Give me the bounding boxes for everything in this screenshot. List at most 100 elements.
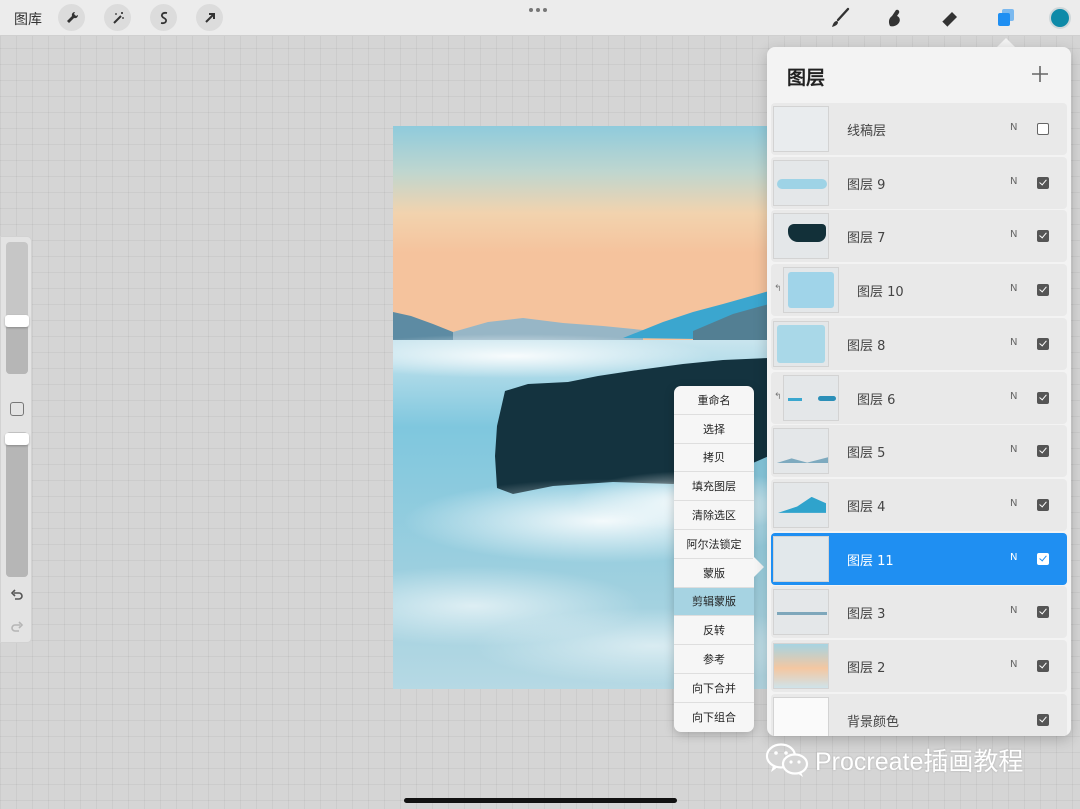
- visibility-checkbox[interactable]: [1037, 660, 1049, 672]
- visibility-checkbox[interactable]: [1037, 337, 1049, 350]
- layer-thumbnail[interactable]: [773, 481, 829, 528]
- left-sidebar: [0, 236, 32, 643]
- layer-name: 图层 7: [847, 231, 886, 247]
- redo-icon[interactable]: [9, 620, 25, 636]
- blend-mode-button[interactable]: N: [1010, 229, 1017, 240]
- menu-item[interactable]: 阿尔法锁定: [674, 530, 754, 559]
- opacity-slider[interactable]: [5, 432, 29, 577]
- visibility-checkbox[interactable]: [1037, 123, 1049, 135]
- blend-mode-button[interactable]: N: [1010, 659, 1017, 670]
- layer-thumbnail[interactable]: [773, 589, 829, 636]
- menu-item[interactable]: 填充图层: [674, 472, 754, 502]
- brush-size-slider[interactable]: [5, 242, 29, 374]
- layer-row[interactable]: 图层 3 N: [771, 586, 1067, 639]
- watermark: Procreate插画教程: [765, 742, 1023, 778]
- blend-mode-button[interactable]: N: [1010, 337, 1017, 348]
- home-indicator: [404, 798, 677, 803]
- visibility-checkbox[interactable]: [1037, 176, 1049, 189]
- visibility-checkbox[interactable]: [1037, 284, 1049, 297]
- layer-name: 图层 5: [847, 446, 886, 462]
- blend-mode-button[interactable]: N: [1010, 122, 1017, 133]
- menu-item[interactable]: 重命名: [674, 386, 754, 415]
- layer-thumbnail[interactable]: [773, 428, 829, 475]
- layer-row[interactable]: 图层 2 N: [771, 640, 1067, 692]
- transform-icon[interactable]: [196, 4, 223, 31]
- layer-name: 图层 6: [857, 392, 896, 408]
- layer-thumbnail[interactable]: [783, 374, 839, 421]
- layer-row[interactable]: 图层 5 N: [771, 425, 1067, 478]
- color-picker-swatch[interactable]: [1049, 7, 1071, 29]
- layer-thumbnail[interactable]: [773, 643, 829, 689]
- layer-name: 图层 9: [847, 177, 886, 193]
- menu-item[interactable]: 参考: [674, 645, 754, 674]
- clipping-mask-icon: ↰: [774, 284, 782, 295]
- layer-row[interactable]: 线稿层 N: [771, 103, 1067, 155]
- brush-size-fill: [6, 321, 28, 374]
- layer-options-menu: 重命名 选择 拷贝 填充图层 清除选区 阿尔法锁定 蒙版 剪辑蒙版 反转 参考 向下合并 向下组合: [674, 386, 754, 732]
- layer-thumbnail[interactable]: [773, 320, 829, 367]
- visibility-checkbox[interactable]: [1037, 498, 1049, 511]
- menu-item[interactable]: 剪辑蒙版: [674, 587, 754, 617]
- menu-item[interactable]: 清除选区: [674, 501, 754, 530]
- visibility-checkbox[interactable]: [1037, 391, 1049, 404]
- blend-mode-button[interactable]: N: [1010, 552, 1017, 563]
- wechat-icon: [765, 743, 809, 777]
- more-options-handle[interactable]: [529, 8, 547, 12]
- brush-size-thumb[interactable]: [5, 315, 29, 328]
- smudge-icon[interactable]: [882, 5, 908, 31]
- selection-icon[interactable]: [150, 4, 177, 31]
- menu-item[interactable]: 向下合并: [674, 674, 754, 703]
- layer-thumbnail[interactable]: [773, 535, 829, 582]
- menu-item[interactable]: 拷贝: [674, 444, 754, 473]
- magic-wand-icon[interactable]: [104, 4, 131, 31]
- visibility-checkbox[interactable]: [1037, 552, 1049, 565]
- modify-button[interactable]: [10, 402, 24, 416]
- layers-panel: 图层 线稿层 N 图层 9 N 图层 7 N ↰ 图层 10 N 图层 8 N ↰ 图层 6 N 图层 5 N…: [767, 47, 1071, 736]
- blend-mode-button[interactable]: N: [1010, 176, 1017, 187]
- layer-row[interactable]: 图层 11 N: [771, 532, 1067, 585]
- layer-row[interactable]: 图层 4 N: [771, 478, 1067, 531]
- layer-row[interactable]: 图层 8 N: [771, 317, 1067, 370]
- blend-mode-button[interactable]: N: [1010, 605, 1017, 616]
- blend-mode-button[interactable]: N: [1010, 391, 1017, 402]
- undo-icon[interactable]: [9, 588, 25, 604]
- layer-thumbnail[interactable]: [783, 267, 839, 314]
- menu-item[interactable]: 蒙版: [674, 559, 754, 588]
- opacity-thumb[interactable]: [5, 433, 29, 446]
- top-toolbar: 图库: [0, 0, 1080, 36]
- wrench-icon[interactable]: [58, 4, 85, 31]
- opacity-fill: [6, 439, 28, 577]
- layer-thumbnail[interactable]: [773, 696, 829, 736]
- gallery-button[interactable]: 图库: [14, 9, 42, 29]
- visibility-checkbox[interactable]: [1037, 713, 1049, 726]
- layer-thumbnail[interactable]: [773, 106, 829, 152]
- visibility-checkbox[interactable]: [1037, 606, 1049, 619]
- menu-item[interactable]: 选择: [674, 415, 754, 444]
- blend-mode-button[interactable]: N: [1010, 283, 1017, 294]
- layer-thumbnail[interactable]: [773, 159, 829, 206]
- menu-pointer: [753, 556, 764, 578]
- blend-mode-button[interactable]: N: [1010, 498, 1017, 509]
- add-layer-icon[interactable]: [1031, 65, 1049, 83]
- layer-name: 图层 11: [847, 553, 894, 569]
- menu-item[interactable]: 反转: [674, 616, 754, 646]
- layer-row[interactable]: 图层 9 N: [771, 156, 1067, 209]
- layer-name: 线稿层: [847, 124, 887, 139]
- layer-name: 图层 10: [857, 285, 904, 301]
- visibility-checkbox[interactable]: [1037, 230, 1049, 243]
- layers-icon[interactable]: [993, 5, 1019, 31]
- visibility-checkbox[interactable]: [1037, 445, 1049, 458]
- layer-row[interactable]: ↰ 图层 10 N: [771, 264, 1067, 317]
- layer-row[interactable]: 图层 7 N: [771, 210, 1067, 263]
- menu-item[interactable]: 向下组合: [674, 703, 754, 732]
- eraser-icon[interactable]: [937, 5, 963, 31]
- layer-row[interactable]: 背景颜色: [771, 693, 1067, 736]
- watermark-text: Procreate插画教程: [815, 748, 1024, 776]
- panel-title: 图层: [787, 67, 826, 89]
- layer-name: 图层 8: [847, 338, 886, 354]
- brush-icon[interactable]: [827, 5, 853, 31]
- layer-thumbnail[interactable]: [773, 213, 829, 260]
- blend-mode-button[interactable]: N: [1010, 444, 1017, 455]
- layer-name: 图层 3: [847, 607, 886, 623]
- layer-row[interactable]: ↰ 图层 6 N: [771, 371, 1067, 424]
